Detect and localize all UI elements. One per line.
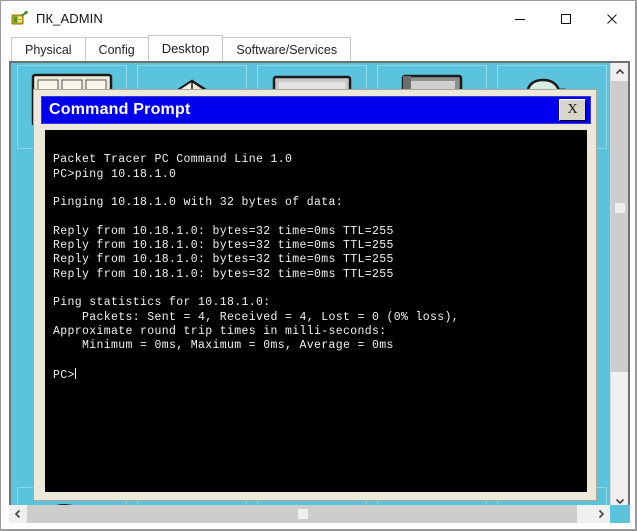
terminal-line: PC>ping 10.18.1.0 xyxy=(53,167,177,181)
desktop-content-panel: Command Prompt X Packet Tracer PC Comman… xyxy=(9,61,630,510)
tab-physical-label: Physical xyxy=(25,42,72,57)
terminal-output[interactable]: Packet Tracer PC Command Line 1.0 PC>pin… xyxy=(45,130,587,492)
vertical-scrollbar-grip xyxy=(615,203,625,213)
terminal-line: Packet Tracer PC Command Line 1.0 xyxy=(53,153,293,167)
terminal-prompt-line: PC> xyxy=(53,367,586,383)
vertical-scrollbar[interactable] xyxy=(610,63,628,508)
tab-config[interactable]: Config xyxy=(84,37,149,61)
scrollbar-corner xyxy=(610,505,630,523)
packet-tracer-device-icon xyxy=(10,10,28,28)
terminal-cursor xyxy=(74,367,76,379)
tab-strip: Physical Config Desktop Software/Service… xyxy=(2,35,635,61)
window-controls xyxy=(497,2,635,35)
command-prompt-title: Command Prompt xyxy=(49,101,191,118)
terminal-line: Reply from 10.18.1.0: bytes=32 time=0ms … xyxy=(53,253,394,267)
command-prompt-close-button[interactable]: X xyxy=(559,99,586,121)
maximize-button[interactable] xyxy=(543,2,589,35)
scroll-right-arrow-icon[interactable] xyxy=(592,505,610,523)
tab-config-label: Config xyxy=(98,42,135,57)
window-title: ПК_ADMIN xyxy=(36,11,103,26)
horizontal-scrollbar[interactable] xyxy=(9,505,630,523)
terminal-line: Approximate round trip times in milli-se… xyxy=(53,324,387,338)
terminal-line: Packets: Sent = 4, Received = 4, Lost = … xyxy=(53,310,460,324)
terminal-line: Ping statistics for 10.18.1.0: xyxy=(53,296,271,310)
tab-desktop-label: Desktop xyxy=(161,41,210,56)
terminal-line: Reply from 10.18.1.0: bytes=32 time=0ms … xyxy=(53,239,394,253)
tab-software-services-label: Software/Services xyxy=(236,42,338,57)
terminal-prompt-label: PC> xyxy=(53,368,75,382)
command-prompt-close-label: X xyxy=(567,102,578,117)
terminal-line: Reply from 10.18.1.0: bytes=32 time=0ms … xyxy=(53,224,394,238)
horizontal-scrollbar-track[interactable] xyxy=(27,505,592,523)
minimize-button[interactable] xyxy=(497,2,543,35)
terminal-line: Minimum = 0ms, Maximum = 0ms, Average = … xyxy=(53,339,394,353)
desktop-surface: Command Prompt X Packet Tracer PC Comman… xyxy=(11,63,612,508)
tab-desktop[interactable]: Desktop xyxy=(147,35,224,61)
command-prompt-window: Command Prompt X Packet Tracer PC Comman… xyxy=(33,89,597,501)
scroll-left-arrow-icon[interactable] xyxy=(9,505,27,523)
packet-tracer-device-window: ПК_ADMIN Physical Config Desktop Softwar… xyxy=(0,0,637,531)
window-titlebar: ПК_ADMIN xyxy=(2,2,635,35)
tab-physical[interactable]: Physical xyxy=(11,37,86,61)
command-prompt-titlebar[interactable]: Command Prompt X xyxy=(41,96,591,124)
horizontal-scrollbar-grip xyxy=(298,509,308,519)
terminal-line: Pinging 10.18.1.0 with 32 bytes of data: xyxy=(53,196,344,210)
scroll-up-arrow-icon[interactable] xyxy=(611,63,628,81)
tab-software-services[interactable]: Software/Services xyxy=(222,37,352,61)
close-button[interactable] xyxy=(589,2,635,35)
vertical-scrollbar-thumb[interactable] xyxy=(611,81,628,372)
terminal-line: Reply from 10.18.1.0: bytes=32 time=0ms … xyxy=(53,267,394,281)
